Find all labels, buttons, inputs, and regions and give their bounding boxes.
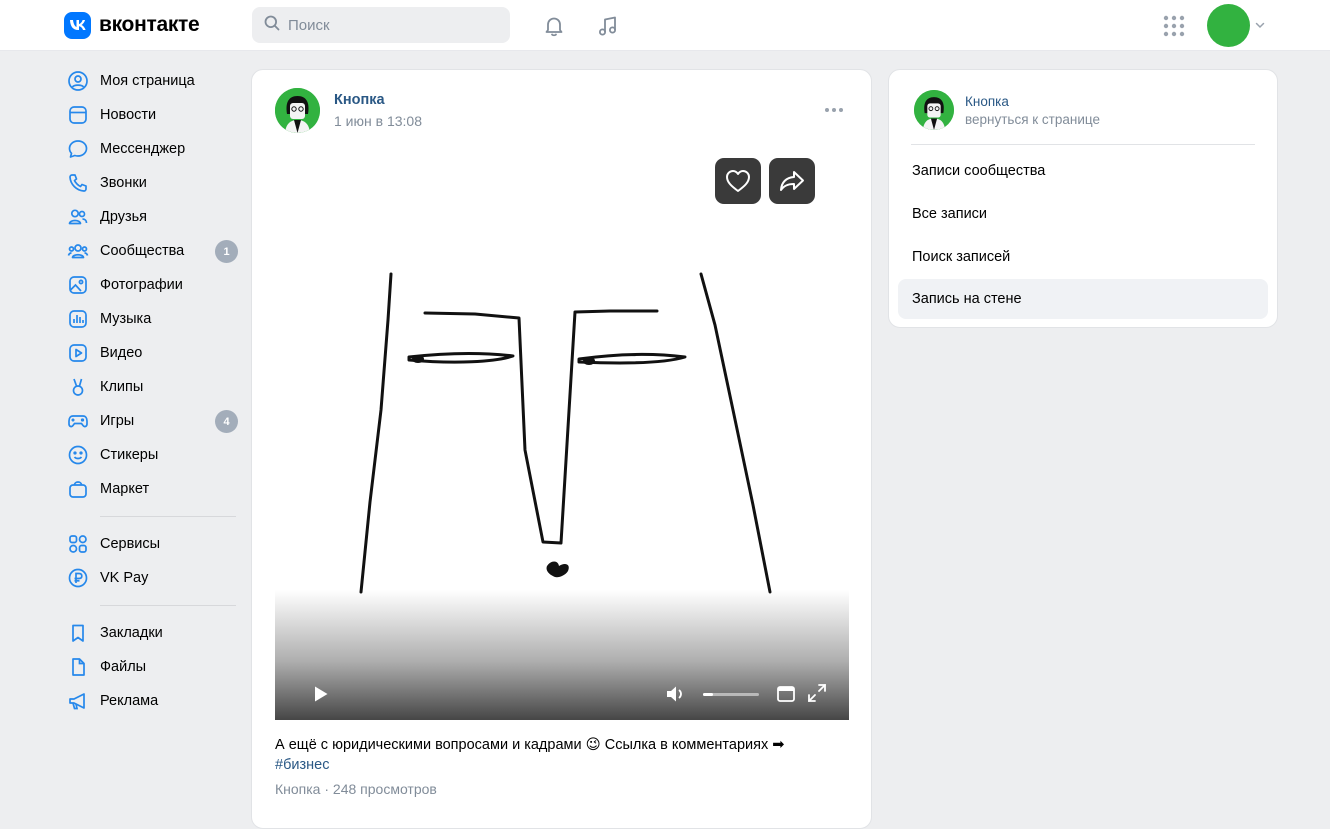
sidebar-item-market[interactable]: Маркет bbox=[62, 472, 242, 506]
panel-divider bbox=[911, 144, 1255, 145]
sidebar-item-photos[interactable]: Фотографии bbox=[62, 268, 242, 302]
sidebar-item-messenger[interactable]: Мессенджер bbox=[62, 132, 242, 166]
menu-all-posts[interactable]: Все записи bbox=[898, 194, 1268, 234]
sidebar-item-my-page[interactable]: Моя страница bbox=[62, 64, 242, 98]
vkpay-icon bbox=[66, 566, 90, 590]
news-icon bbox=[66, 103, 90, 127]
sidebar-item-calls[interactable]: Звонки bbox=[62, 166, 242, 200]
heart-icon bbox=[726, 170, 750, 192]
like-button[interactable] bbox=[715, 158, 761, 204]
mini-player-icon[interactable] bbox=[775, 683, 797, 705]
top-bar: вконтакте bbox=[0, 0, 1330, 51]
bookmark-icon bbox=[66, 621, 90, 645]
post-author-name[interactable]: Кнопка bbox=[334, 92, 385, 108]
sidebar-item-services[interactable]: Сервисы bbox=[62, 527, 242, 561]
services-icon bbox=[66, 532, 90, 556]
sidebar-item-vkpay[interactable]: VK Pay bbox=[62, 561, 242, 595]
search-input[interactable] bbox=[288, 16, 488, 34]
search-box[interactable] bbox=[252, 7, 510, 43]
games-badge: 4 bbox=[215, 410, 238, 433]
sidebar-divider bbox=[100, 516, 236, 517]
community-name[interactable]: Кнопка bbox=[965, 94, 1009, 109]
share-button[interactable] bbox=[769, 158, 815, 204]
play-icon[interactable] bbox=[311, 684, 331, 704]
post-footer: Кнопка · 248 просмотров bbox=[275, 781, 437, 797]
gamepad-icon bbox=[66, 409, 90, 433]
community-avatar[interactable] bbox=[914, 90, 954, 130]
volume-slider-fill bbox=[703, 693, 714, 696]
profile-avatar[interactable] bbox=[1207, 4, 1250, 47]
communities-icon bbox=[66, 239, 90, 263]
sidebar-item-stickers[interactable]: Стикеры bbox=[62, 438, 242, 472]
chevron-down-icon[interactable] bbox=[1254, 18, 1266, 36]
sidebar-item-news[interactable]: Новости bbox=[62, 98, 242, 132]
logo-text: вконтакте bbox=[99, 13, 200, 36]
volume-icon[interactable] bbox=[664, 682, 688, 706]
post-author-avatar[interactable] bbox=[275, 88, 320, 133]
sidebar-item-ads[interactable]: Реклама bbox=[62, 684, 242, 718]
back-to-page-link[interactable]: вернуться к странице bbox=[965, 112, 1100, 127]
message-icon bbox=[66, 137, 90, 161]
phone-icon bbox=[66, 171, 90, 195]
communities-badge: 1 bbox=[215, 240, 238, 263]
sidebar-item-communities[interactable]: Сообщества 1 bbox=[62, 234, 242, 268]
more-options-icon[interactable] bbox=[824, 100, 844, 118]
vk-logo[interactable]: вконтакте bbox=[64, 11, 200, 39]
apps-grid-icon[interactable] bbox=[1160, 12, 1188, 40]
share-arrow-icon bbox=[780, 171, 804, 191]
music-note-icon[interactable] bbox=[594, 12, 622, 40]
file-icon bbox=[66, 655, 90, 679]
sidebar-item-video[interactable]: Видео bbox=[62, 336, 242, 370]
menu-community-posts[interactable]: Записи сообщества bbox=[898, 151, 1268, 191]
wall-post: Кнопка 1 июн в 13:08 А ещё с юридическим… bbox=[251, 69, 872, 829]
sidebar-item-bookmarks[interactable]: Закладки bbox=[62, 616, 242, 650]
post-body: А ещё с юридическими вопросами и кадрами… bbox=[275, 737, 785, 753]
video-player[interactable] bbox=[275, 150, 849, 720]
sidebar-item-friends[interactable]: Друзья bbox=[62, 200, 242, 234]
sidebar-item-clips[interactable]: Клипы bbox=[62, 370, 242, 404]
friends-icon bbox=[66, 205, 90, 229]
notifications-bell-icon[interactable] bbox=[540, 12, 568, 40]
menu-wall-post[interactable]: Запись на стене bbox=[898, 279, 1268, 319]
fullscreen-icon[interactable] bbox=[806, 682, 828, 704]
post-text: А ещё с юридическими вопросами и кадрами… bbox=[275, 735, 835, 775]
sidebar-item-games[interactable]: Игры 4 bbox=[62, 404, 242, 438]
music-icon bbox=[66, 307, 90, 331]
wall-navigation-panel: Кнопка вернуться к странице Записи сообщ… bbox=[888, 69, 1278, 328]
market-icon bbox=[66, 477, 90, 501]
sidebar-item-files[interactable]: Файлы bbox=[62, 650, 242, 684]
post-date[interactable]: 1 июн в 13:08 bbox=[334, 113, 422, 129]
menu-search-posts[interactable]: Поиск записей bbox=[898, 237, 1268, 277]
sidebar-divider bbox=[100, 605, 236, 606]
video-icon bbox=[66, 341, 90, 365]
sidebar-item-music[interactable]: Музыка bbox=[62, 302, 242, 336]
volume-slider[interactable] bbox=[703, 693, 759, 696]
clips-icon bbox=[66, 375, 90, 399]
sticker-icon bbox=[66, 443, 90, 467]
vk-logo-icon bbox=[64, 11, 91, 39]
video-controls-overlay bbox=[275, 590, 849, 720]
search-icon bbox=[264, 15, 280, 36]
left-sidebar: Моя страница Новости Мессенджер Звонки Д… bbox=[62, 64, 242, 718]
megaphone-icon bbox=[66, 689, 90, 713]
photo-icon bbox=[66, 273, 90, 297]
post-hashtag[interactable]: #бизнес bbox=[275, 757, 329, 773]
user-circle-icon bbox=[66, 69, 90, 93]
